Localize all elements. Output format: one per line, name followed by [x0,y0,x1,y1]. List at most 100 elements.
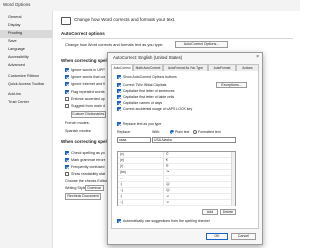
capitalize-sentences-checkbox[interactable] [117,89,121,93]
correct-two-initial-checkbox[interactable] [117,83,121,87]
tab-math-autocorrect[interactable]: Math AutoCorrect [133,64,163,71]
tab-autocorrect[interactable]: AutoCorrect [111,64,133,71]
sidebar-item-customize-ribbon[interactable]: Customize Ribbon [0,73,52,81]
list-item-with: ™ [166,170,170,174]
sidebar-item-advanced[interactable]: Advanced [0,62,52,70]
list-item-with: ☹ [166,182,170,186]
list-item-replace: ... [120,176,123,180]
sidebar-item-quick-access-toolbar[interactable]: Quick Access Toolbar [0,81,52,89]
autocorrect-options-button[interactable]: AutoCorrect Options... [175,41,228,48]
sidebar-item-trust-center[interactable]: Trust Center [0,99,52,107]
ignore-uppercase-checkbox[interactable] [65,68,69,72]
section-divider [61,38,293,39]
title-bar: Word Options [0,0,300,11]
ignore-numbers-label: Ignore words that contain numbers [71,75,105,79]
tab-autoformat-as-you-type[interactable]: AutoFormat As You Type [163,64,208,71]
sidebar-item-general[interactable]: General [0,14,52,22]
ignore-uppercase-label: Ignore words in UPPERCASE [71,68,105,72]
correct-two-initial-label: Correct TWo INitial CApitals [123,83,167,87]
list-scrollbar[interactable] [231,152,235,205]
capitalize-sentences-label: Capitalize first letter of sentences [123,89,175,93]
list-item-with: € [166,158,168,162]
mark-grammar-checkbox[interactable] [65,158,69,162]
french-modes-label: French modes: [65,121,90,125]
word-section-title: When correcting spelling and grammar in … [61,139,107,144]
list-item-with: ® [166,164,169,168]
list-item-replace: (e) [120,158,125,162]
replace-as-you-type-checkbox[interactable] [117,122,121,126]
readability-checkbox[interactable] [65,172,69,176]
mark-grammar-label: Mark grammar errors as you type [71,158,105,162]
list-item-replace: (tm) [120,170,126,174]
ignore-internet-checkbox[interactable] [65,82,69,86]
proofing-icon [61,17,71,25]
sidebar-item-accessibility[interactable]: Accessibility [0,54,52,62]
caps-lock-checkbox[interactable] [117,107,121,111]
writing-style-label: Writing Style: [65,186,87,190]
check-spelling-checkbox[interactable] [65,151,69,155]
plain-text-label: Plain text [175,130,190,134]
tab-actions[interactable]: Actions [236,64,259,71]
sidebar-item-addins[interactable]: Add-ins [0,91,52,99]
ignore-numbers-checkbox[interactable] [65,75,69,79]
enforce-accented-label: Enforce accented uppercase in French [71,97,105,101]
recheck-document-button[interactable]: Recheck Document [65,193,101,200]
formatted-text-radio[interactable] [193,130,197,134]
custom-dictionaries-button[interactable]: Custom Dictionaries... [71,111,106,118]
ok-button[interactable]: OK [206,233,228,240]
autocorrect-entries-list[interactable]: (c) © (e) € (r) ® (tm) ™ ... … :(☹ :-(☹ :) ☺ :… [117,151,236,206]
add-button[interactable]: Add [202,209,218,215]
autocorrect-description: Change how Word corrects and formats tex… [65,42,164,47]
flag-repeated-checkbox[interactable] [65,90,69,94]
delete-button[interactable]: Delete [220,209,236,215]
replace-label: Replace: [117,130,131,134]
exceptions-button[interactable]: Exceptions... [216,82,247,88]
list-item-replace: :( [120,182,123,186]
sidebar-item-display[interactable]: Display [0,22,52,30]
check-spelling-label: Check spelling as you type [71,151,105,155]
list-item-with: ☺ [166,200,170,204]
list-item[interactable]: :-) ☺ [118,200,235,206]
confused-words-checkbox[interactable] [65,165,69,169]
dialog-title: AutoCorrect: English (United States) [113,55,183,60]
show-buttons-checkbox[interactable] [117,75,121,79]
autocorrect-dialog: AutoCorrect: English (United States) × A… [107,52,263,245]
list-item-with: ☺ [166,194,170,198]
list-item-with: © [166,152,169,156]
suggest-main-dictionary-label: Suggest from main dictionary only [71,104,105,108]
autocorrect-tab-panel: Show AutoCorrect Options buttons Correct… [111,71,259,229]
plain-text-radio[interactable] [170,130,174,134]
window-title: Word Options [3,2,31,7]
with-input[interactable]: USA Alaska [152,137,236,143]
flag-repeated-label: Flag repeated words [71,90,105,94]
capitalize-table-cells-checkbox[interactable] [117,95,121,99]
confused-words-label: Frequently confused words [71,165,105,169]
list-item-replace: :-( [120,188,124,192]
auto-suggest-checkbox[interactable] [117,219,121,223]
writing-style-select[interactable]: Grammar [85,185,104,191]
sidebar-item-language[interactable]: Language [0,46,52,54]
capitalize-days-label: Capitalize names of days [123,101,163,105]
enforce-accented-checkbox[interactable] [65,97,69,101]
formatted-text-label: Formatted text [198,130,221,134]
caps-lock-label: Correct accidental usage of cAPS LOCK ke… [123,107,193,111]
cancel-button[interactable]: Cancel [231,233,256,240]
readability-label: Show readability statistics [71,172,105,176]
list-item-replace: :-) [120,200,124,204]
capitalize-days-checkbox[interactable] [117,101,121,105]
suggest-main-dictionary-checkbox[interactable] [65,104,69,108]
close-icon[interactable]: × [256,54,259,60]
choose-checks-label: Choose the checks Editor will perform fo… [65,179,107,183]
replace-input[interactable]: usaa [117,137,151,143]
tab-autoformat[interactable]: AutoFormat [208,64,236,71]
options-sidebar: General Display Proofing Save Language A… [0,11,53,248]
sidebar-item-save[interactable]: Save [0,38,52,46]
ignore-internet-label: Ignore Internet and file addresses [71,82,105,86]
list-item-with: ☹ [166,188,170,192]
capitalize-table-cells-label: Capitalize first letter of table cells [123,95,175,99]
spanish-modes-label: Spanish modes: [65,129,92,133]
with-label: With: [152,130,160,134]
show-buttons-label: Show AutoCorrect Options buttons [123,75,177,79]
list-item-replace: (c) [120,152,124,156]
sidebar-item-proofing[interactable]: Proofing [0,30,52,38]
